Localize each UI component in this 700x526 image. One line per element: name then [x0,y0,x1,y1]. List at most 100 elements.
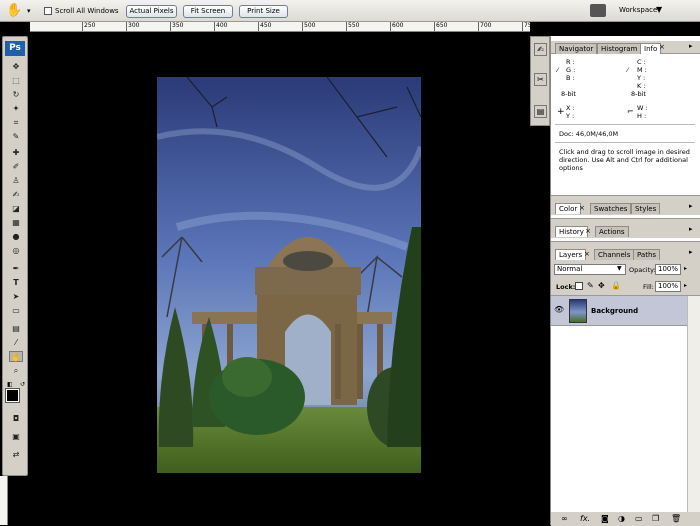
brush-tool-icon[interactable]: ✐ [9,161,23,172]
opacity-label: Opacity: [629,266,656,274]
tab-navigator[interactable]: Navigator [555,43,598,54]
hand-tool-icon[interactable]: ✋ [6,3,22,18]
healing-brush-tool-icon[interactable]: ✚ [9,147,23,158]
ruler-tick-label: 250 [82,22,96,31]
brushes-icon[interactable]: ✍ [534,43,547,56]
fill-slider-arrow-icon[interactable]: ▸ [684,282,687,289]
lock-all-icon[interactable]: 🔒 [611,281,621,290]
actual-pixels-button[interactable]: Actual Pixels [126,5,177,18]
ruler-tick-label: 550 [346,22,360,31]
lock-position-icon[interactable]: ✥ [598,281,605,290]
x-label: X : [566,104,575,112]
color-panel: Color × Swatches Styles ▸ [551,195,700,215]
options-bar: ✋ ▾ Scroll All Windows Actual Pixels Fit… [0,0,700,22]
color-tab-close-icon[interactable]: × [579,204,585,212]
history-panel-menu-icon[interactable]: ▸ [689,225,693,233]
tab-paths[interactable]: Paths [633,249,661,260]
rgb-label-g: G : [566,66,576,74]
tab-swatches[interactable]: Swatches [590,203,632,214]
move-tool-icon[interactable]: ✥ [9,61,23,72]
tab-histogram[interactable]: Histogram [597,43,642,54]
marquee-tool-icon[interactable]: ⬚ [9,75,23,86]
shape-tool-icon[interactable]: ▭ [9,305,23,316]
lock-pixels-icon[interactable]: ✎ [587,281,594,290]
panel-menu-icon[interactable]: ▸ [689,42,693,50]
blend-mode-chevron-down-icon[interactable]: ▼ [617,265,622,272]
pen-tool-icon[interactable]: ✒ [9,263,23,274]
lasso-tool-icon[interactable]: ↻ [9,89,23,100]
layer-visibility-eye-icon[interactable]: 👁 [554,305,564,314]
screen-mode-icon[interactable]: ▣ [9,431,23,442]
gradient-tool-icon[interactable]: ▦ [9,217,23,228]
tab-channels[interactable]: Channels [594,249,635,260]
default-colors-icon[interactable]: ◧ [7,381,13,388]
layer-list-scrollbar[interactable] [687,296,700,513]
layers-panel-menu-icon[interactable]: ▸ [689,248,693,256]
info-panel-tabs: Navigator Histogram Info × ▸ [551,41,700,54]
new-layer-icon[interactable]: ❐ [652,514,659,523]
lock-transparency-icon[interactable] [575,282,583,290]
tool-presets-icon[interactable]: ✂ [534,73,547,86]
eraser-tool-icon[interactable]: ◪ [9,203,23,214]
scroll-all-windows-checkbox[interactable] [44,7,52,15]
layer-row-background[interactable]: 👁 Background [551,296,687,326]
selection-size-icon: ⌐ [627,107,634,116]
quick-mask-icon[interactable]: ◘ [9,413,23,424]
info-divider-2 [555,142,695,143]
opacity-input[interactable]: 100% [655,264,681,275]
fill-label: Fill: [643,283,654,291]
vertical-ruler [0,476,8,525]
layers-tab-close-icon[interactable]: × [584,250,590,258]
horizontal-ruler: 250 300 350 400 450 500 550 600 650 700 750 [30,22,530,32]
history-brush-tool-icon[interactable]: ✍ [9,189,23,200]
type-tool-icon[interactable]: T [9,277,23,288]
tool-preset-dropdown-icon[interactable]: ▾ [27,7,31,15]
color-panel-menu-icon[interactable]: ▸ [689,202,693,210]
delete-layer-icon[interactable]: 🗑 [671,514,681,523]
cmyk-label-k: K : [637,82,646,90]
fit-screen-button[interactable]: Fit Screen [183,5,233,18]
dodge-tool-icon[interactable]: ◎ [9,245,23,256]
tab-history[interactable]: History [555,226,588,237]
arch-photo [157,77,421,473]
foreground-color-swatch[interactable] [5,388,20,403]
history-tab-close-icon[interactable]: × [585,227,591,235]
workspace-label[interactable]: Workspace [619,6,657,14]
fill-input[interactable]: 100% [655,281,681,292]
layer-mask-icon[interactable]: ◙ [601,514,609,523]
layer-thumbnail [569,299,587,323]
jump-to-imageready-icon[interactable]: ⇄ [9,449,23,460]
tab-layers[interactable]: Layers [555,249,587,260]
photoshop-logo[interactable]: Ps [5,41,25,56]
clone-stamp-tool-icon[interactable]: ♙ [9,175,23,186]
blur-tool-icon[interactable]: ● [9,231,23,242]
notes-tool-icon[interactable]: ▤ [9,323,23,334]
tab-styles[interactable]: Styles [631,203,661,214]
new-group-icon[interactable]: ▭ [635,514,643,523]
opacity-slider-arrow-icon[interactable]: ▸ [684,265,687,272]
tab-color[interactable]: Color [555,203,582,214]
hand-tool-icon[interactable]: ✋ [9,351,23,362]
document-canvas-image[interactable] [157,77,421,473]
print-size-button[interactable]: Print Size [239,5,288,18]
eyedropper-tool-icon[interactable]: ⁄ [9,337,23,348]
file-browser-icon[interactable] [590,4,606,17]
magic-wand-tool-icon[interactable]: ✦ [9,103,23,114]
scroll-all-windows-label: Scroll All Windows [55,7,119,15]
tab-actions[interactable]: Actions [595,226,629,237]
workspace-chevron-down-icon[interactable]: ▼ [656,5,662,14]
history-panel: History × Actions ▸ [551,218,700,238]
adjustment-layer-icon[interactable]: ◑ [618,514,625,523]
cmyk-label-y: Y : [637,74,646,82]
layer-style-icon[interactable]: fx. [580,514,590,523]
blend-mode-select[interactable]: Normal [554,264,626,275]
swap-colors-icon[interactable]: ↺ [20,381,25,388]
layer-comps-icon[interactable]: ▤ [534,105,547,118]
link-layers-icon[interactable]: ∞ [561,514,568,523]
layers-panel: Layers × Channels Paths ▸ Normal ▼ Opaci… [551,241,700,526]
path-selection-tool-icon[interactable]: ➤ [9,291,23,302]
crop-tool-icon[interactable]: ⌗ [9,117,23,128]
info-tab-close-icon[interactable]: × [659,43,665,51]
slice-tool-icon[interactable]: ✎ [9,131,23,142]
zoom-tool-icon[interactable]: ⌕ [9,365,23,376]
